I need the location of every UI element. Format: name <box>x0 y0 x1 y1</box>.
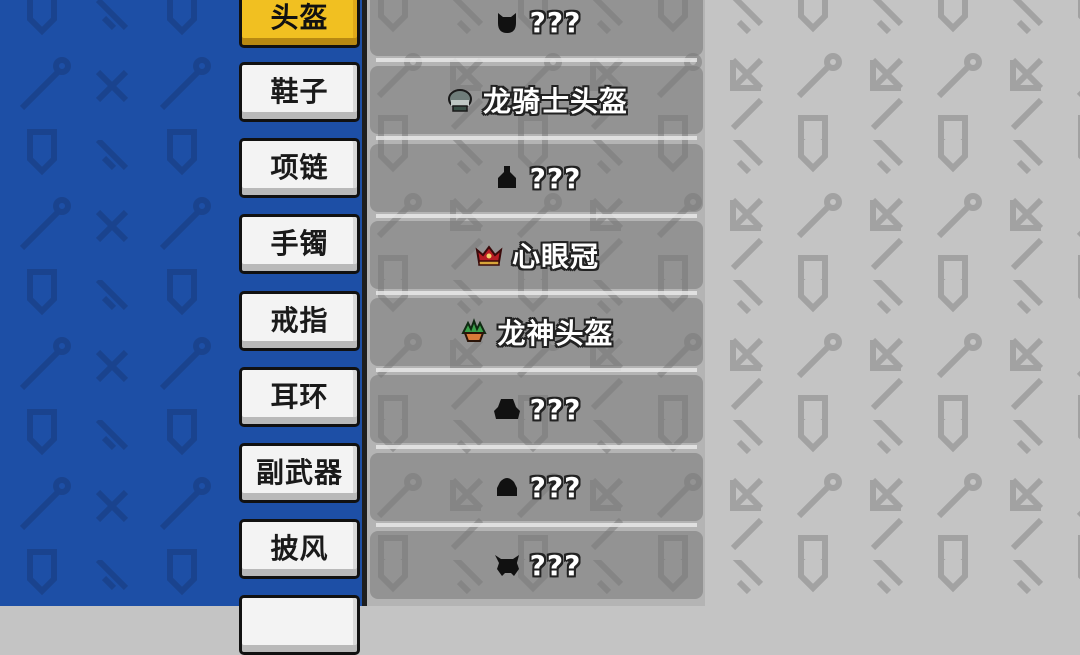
collection-item-row[interactable]: ??? <box>370 0 703 62</box>
unknown-helmet-silhouette-icon <box>497 13 516 33</box>
category-tab-ring[interactable]: 戒指 <box>239 291 360 351</box>
category-tab-label: 戒指 <box>270 303 329 337</box>
category-tab-shoes[interactable]: 鞋子 <box>239 62 360 122</box>
collection-item-row[interactable]: 龙骑士头盔 <box>370 66 703 140</box>
item-name: 龙神头盔 <box>497 317 614 350</box>
category-tab-cape[interactable]: 披风 <box>239 519 360 579</box>
collection-item-row[interactable]: ??? <box>370 531 703 599</box>
item-name: ??? <box>529 548 582 582</box>
category-tab-label: 鞋子 <box>270 74 329 108</box>
category-tab-bracelet[interactable]: 手镯 <box>239 214 360 274</box>
item-name: 龙骑士头盔 <box>482 85 628 118</box>
category-tab-helmet[interactable]: 头盔 <box>239 0 360 48</box>
unknown-cap-silhouette-icon <box>496 478 517 496</box>
unknown-skull-silhouette-icon <box>494 555 519 576</box>
category-tab-necklace[interactable]: 项链 <box>239 138 360 198</box>
category-tab-label: 头盔 <box>270 0 329 34</box>
dragon-knight-helmet-icon <box>447 89 472 112</box>
dragon-god-helmet-icon <box>461 318 488 342</box>
item-name: ??? <box>529 161 582 195</box>
item-name: ??? <box>529 392 582 426</box>
equipment-pattern-background <box>0 0 232 606</box>
heart-eye-crown-icon <box>475 245 503 266</box>
collection-item-row[interactable]: 心眼冠 <box>370 221 703 295</box>
item-name: ??? <box>529 470 582 504</box>
collection-item-row[interactable]: ??? <box>370 144 703 218</box>
collection-item-row[interactable]: ??? <box>370 453 703 527</box>
category-tab-label: 披风 <box>270 531 329 565</box>
category-tab-label: 耳环 <box>270 379 329 413</box>
unknown-hat-silhouette-icon <box>493 399 520 419</box>
item-name: 心眼冠 <box>511 240 599 273</box>
category-tab-label: 手镯 <box>270 226 329 260</box>
unknown-hood-silhouette-icon <box>497 166 516 188</box>
collection-item-row[interactable]: 龙神头盔 <box>370 298 703 372</box>
category-tab-offhand[interactable]: 副武器 <box>239 443 360 503</box>
category-tab-label: 项链 <box>270 150 329 184</box>
category-tab-label: 副武器 <box>255 455 343 489</box>
collection-item-row[interactable]: ??? <box>370 375 703 449</box>
category-tab-earring[interactable]: 耳环 <box>239 367 360 427</box>
category-tab-next[interactable] <box>239 595 360 655</box>
item-name: ??? <box>529 5 582 39</box>
left-pattern-panel <box>0 0 232 606</box>
